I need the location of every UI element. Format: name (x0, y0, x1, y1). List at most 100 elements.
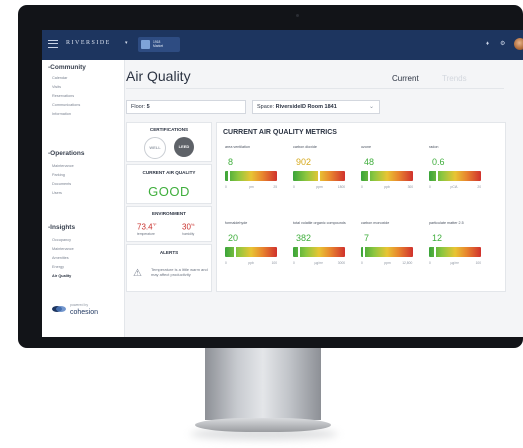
current-air-quality-title: CURRENT AIR QUALITY (142, 170, 196, 175)
humidity-label: humidity (182, 232, 195, 236)
metric-gauge-bar (293, 247, 345, 257)
chevron-down-icon: ⌄ (368, 104, 374, 110)
metric-gauge-bar (225, 247, 277, 257)
metric-label: area ventilation (225, 145, 251, 149)
metric-scale-min: 0 (361, 185, 363, 189)
sidebar-item-amenities[interactable]: Amenities (52, 256, 69, 260)
sidebar-item-calendar[interactable]: Calendar (52, 76, 67, 80)
sidebar-item-maintenance[interactable]: Maintenance (52, 164, 74, 168)
metric-scale-min: 0 (225, 261, 227, 265)
environment-card: ENVIRONMENT 73.4°F temperature 30% humid… (126, 206, 212, 242)
metric-gauge-needle (298, 245, 301, 259)
metric-scale-unit: ppm (384, 261, 391, 265)
powered-by-text: powered by (70, 303, 89, 307)
space-dropdown[interactable]: Space: RiversideID Room 1841 ⌄ (252, 100, 380, 114)
current-air-quality-card: CURRENT AIR QUALITY GOOD (126, 164, 212, 204)
metric-scale-max: 3000 (337, 261, 346, 265)
bell-icon[interactable]: ♦ (486, 41, 489, 47)
metric-scale-unit: ppm (316, 185, 323, 189)
sidebar-item-documents[interactable]: Documents (52, 182, 71, 186)
site-name-line2: Market (153, 44, 164, 48)
sidebar-item-energy[interactable]: Energy (52, 265, 64, 269)
metric-scale-unit: pCi/L (450, 185, 459, 189)
metric-scale-min: 0 (293, 185, 295, 189)
cohesion-logo-icon (52, 306, 66, 312)
temperature-value: 73.4°F (137, 222, 157, 232)
tab-trends[interactable]: Trends (442, 74, 467, 83)
metric-label: ozone (361, 145, 372, 149)
site-selector[interactable]: 1918 Market (138, 37, 180, 52)
metric-scale-unit: pm (249, 185, 254, 189)
metric-scale-max: 12,800 (402, 261, 413, 265)
page-title: Air Quality (126, 68, 191, 84)
metric-gauge-needle (434, 245, 437, 259)
brand-name[interactable]: RIVERSIDE (66, 40, 111, 46)
metric-label: total volatile organic compounds (293, 221, 346, 225)
settings-icon[interactable]: ⚙ (500, 41, 505, 47)
alerts-title: ALERTS (159, 250, 179, 255)
metrics-panel-title: CURRENT AIR QUALITY METRICS (223, 129, 337, 136)
alerts-card: ALERTS ⚠ Temperature is a little warm an… (126, 244, 212, 292)
metric-value: 902 (296, 157, 312, 167)
metric-scale-min: 0 (429, 185, 431, 189)
sidebar-item-users[interactable]: Users (52, 191, 62, 195)
metric-value: 382 (296, 233, 312, 243)
space-value: RiversideID Room 1841 (275, 104, 337, 110)
metric-gauge-needle (318, 169, 320, 183)
sidebar-heading-community[interactable]: -Community (48, 64, 86, 71)
sidebar-item-maintenance-insights[interactable]: Maintenance (52, 247, 74, 251)
sidebar-item-visits[interactable]: Visits (52, 85, 61, 89)
leed-badge[interactable]: LEED (174, 137, 194, 157)
monitor-stand-base (195, 418, 331, 432)
building-thumbnail (141, 40, 150, 49)
floor-label: Floor: (131, 104, 146, 110)
metric-gauge-needle (228, 169, 231, 183)
tab-current[interactable]: Current (392, 74, 419, 83)
metric-gauge-needle (435, 169, 438, 183)
well-badge[interactable]: WELL (144, 137, 166, 159)
metric-value: 0.6 (432, 157, 445, 167)
metric-scale-max: 100 (475, 261, 482, 265)
sidebar-item-information[interactable]: Information (52, 112, 71, 116)
metric-scale-min: 0 (293, 261, 295, 265)
air-quality-status: GOOD (148, 184, 190, 199)
metric-label: carbon dioxide (293, 145, 317, 149)
metric-scale-max: 25 (273, 185, 278, 189)
metric-scale-unit: ppb (248, 261, 254, 265)
metric-value: 12 (432, 233, 443, 243)
metric-label: formaldehyde (225, 221, 248, 225)
temperature-label: temperature (137, 232, 155, 236)
sidebar-item-reservations[interactable]: Reservations (52, 94, 74, 98)
chevron-down-icon[interactable]: ▾ (125, 40, 128, 46)
certifications-card: CERTIFICATIONS WELL LEED (126, 122, 212, 162)
sidebar-item-communications[interactable]: Communications (52, 103, 80, 107)
sidebar-item-parking[interactable]: Parking (52, 173, 65, 177)
sidebar-item-air-quality[interactable]: Air Quality (52, 274, 71, 278)
metric-scale-max: 300 (407, 185, 414, 189)
hamburger-menu-icon[interactable] (48, 40, 58, 48)
sidebar-heading-insights[interactable]: -Insights (48, 224, 75, 231)
metric-gauge-bar (361, 247, 413, 257)
metric-scale-min: 0 (429, 261, 431, 265)
metric-label: particulate matter 2.5 (429, 221, 464, 225)
metric-gauge-needle (234, 245, 237, 259)
cohesion-wordmark: cohesion (70, 309, 99, 316)
metric-gauge-needle (362, 245, 365, 259)
metric-scale-min: 0 (225, 185, 227, 189)
alert-message: Temperature is a little warm and may aff… (151, 267, 208, 277)
metric-gauge-bar (225, 171, 277, 181)
environment-title: ENVIRONMENT (152, 211, 186, 216)
floor-dropdown[interactable]: Floor: 5 (126, 100, 246, 114)
user-avatar[interactable] (514, 38, 523, 50)
metric-value: 20 (228, 233, 239, 243)
monitor-stand-neck (205, 348, 321, 420)
metric-value: 7 (364, 233, 370, 243)
app-screen: RIVERSIDE ▾ 1918 Market ♦ ⚙ -Community C… (42, 30, 523, 337)
metric-scale-max: 100 (271, 261, 278, 265)
sidebar-item-occupancy[interactable]: Occupancy (52, 238, 71, 242)
metric-label: carbon monoxide (361, 221, 390, 225)
metric-scale-min: 0 (361, 261, 363, 265)
metric-scale-unit: ppb (384, 185, 390, 189)
certifications-title: CERTIFICATIONS (149, 127, 189, 132)
sidebar-heading-operations[interactable]: -Operations (48, 150, 84, 157)
